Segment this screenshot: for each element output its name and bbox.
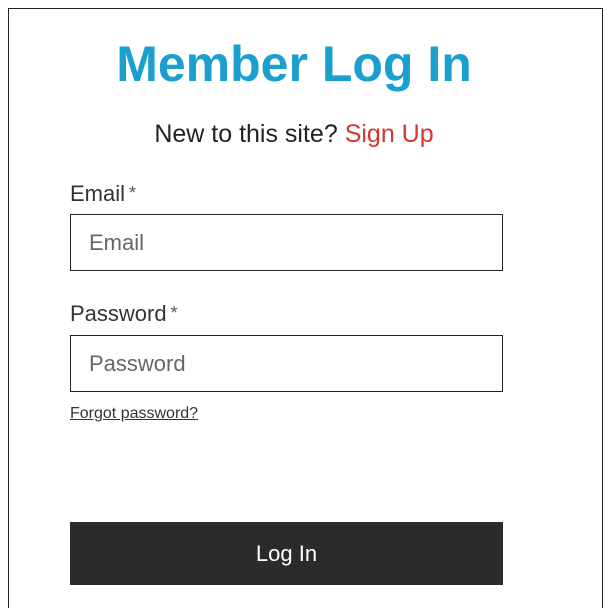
forgot-password-link[interactable]: Forgot password? (70, 404, 198, 424)
email-label-text: Email (70, 181, 126, 206)
password-required-mark: * (170, 303, 178, 323)
email-label: Email * (70, 180, 136, 207)
email-field[interactable] (70, 214, 503, 271)
signup-prompt-text: New to this site? (154, 120, 338, 148)
login-button[interactable]: Log In (70, 522, 503, 585)
login-panel: Member Log In New to this site? Sign Up … (8, 8, 603, 608)
page-title: Member Log In (116, 36, 472, 92)
password-label: Password * (70, 300, 178, 327)
password-field[interactable] (70, 335, 503, 392)
signup-link[interactable]: Sign Up (345, 120, 434, 148)
email-required-mark: * (129, 183, 137, 203)
password-label-text: Password (70, 301, 167, 326)
signup-prompt-line: New to this site? Sign Up (9, 119, 579, 149)
